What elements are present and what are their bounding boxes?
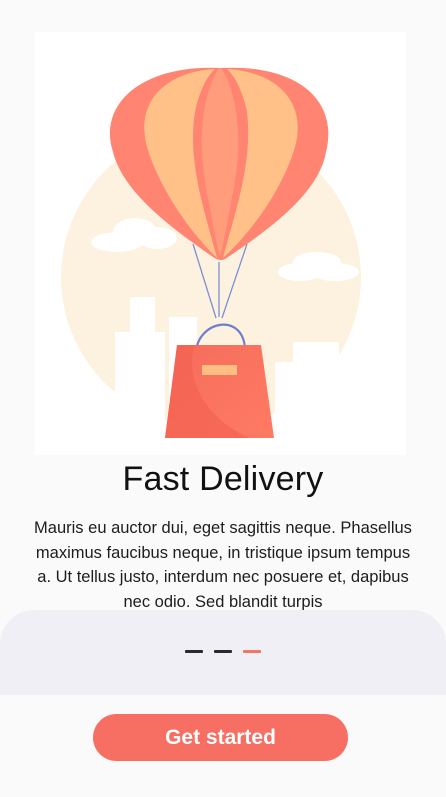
page-description: Mauris eu auctor dui, eget sagittis nequ… bbox=[34, 519, 412, 611]
page-indicator-dot-3-active[interactable] bbox=[243, 650, 261, 653]
page-indicator-dot-1[interactable] bbox=[185, 650, 203, 653]
onboarding-screen: Fast Delivery Mauris eu auctor dui, eget… bbox=[0, 0, 446, 797]
shopping-bag-icon bbox=[165, 345, 274, 438]
page-indicator-dot-2[interactable] bbox=[214, 650, 232, 653]
page-title: Fast Delivery bbox=[122, 460, 324, 498]
delivery-illustration bbox=[35, 32, 406, 455]
page-indicator bbox=[0, 650, 446, 653]
get-started-button[interactable]: Get started bbox=[93, 714, 348, 761]
